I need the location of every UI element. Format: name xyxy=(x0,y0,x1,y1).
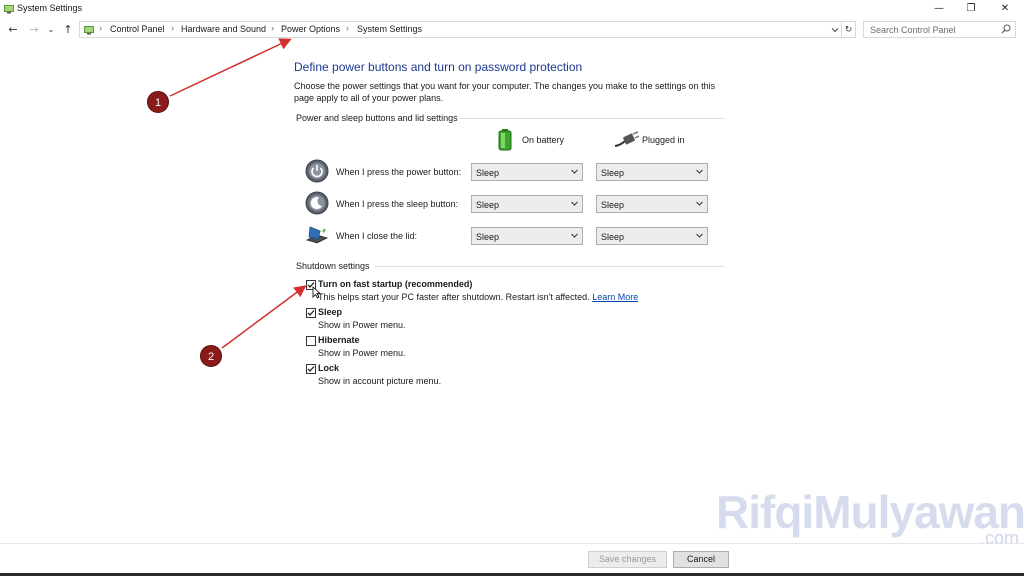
select-value: Sleep xyxy=(476,200,500,210)
battery-icon xyxy=(498,129,512,151)
annotation-arrow-1 xyxy=(169,38,292,97)
chevron-down-icon xyxy=(696,169,703,174)
lock-checkbox[interactable] xyxy=(306,364,316,374)
breadcrumb-control-panel[interactable]: Control Panel xyxy=(110,24,165,34)
restore-button[interactable]: ❐ xyxy=(954,0,988,17)
save-changes-button[interactable]: Save changes xyxy=(588,551,667,568)
breadcrumb-hardware-and-sound[interactable]: Hardware and Sound xyxy=(181,24,266,34)
fast-startup-description: This helps start your PC faster after sh… xyxy=(318,292,638,302)
annotation-marker-2: 2 xyxy=(200,345,222,367)
breadcrumb-separator: › xyxy=(171,23,174,33)
select-value: Sleep xyxy=(476,168,500,178)
search-input[interactable] xyxy=(864,22,999,37)
recent-locations-button[interactable]: ⌄ xyxy=(44,22,58,38)
row-label-sleep-button: When I press the sleep button: xyxy=(336,199,459,209)
close-button[interactable]: ✕ xyxy=(988,0,1022,17)
window-title: System Settings xyxy=(17,3,83,13)
select-value: Sleep xyxy=(601,168,625,178)
hibernate-description: Show in Power menu. xyxy=(318,348,406,358)
fast-startup-description-text: This helps start your PC faster after sh… xyxy=(318,292,590,302)
refresh-button[interactable]: ↻ xyxy=(842,21,856,38)
search-icon[interactable] xyxy=(1001,24,1011,34)
control-panel-icon xyxy=(84,26,94,35)
up-button[interactable]: ↑ xyxy=(61,22,75,38)
section-divider xyxy=(459,118,725,119)
control-panel-icon xyxy=(4,5,14,14)
address-bar[interactable]: › Control Panel › Hardware and Sound › P… xyxy=(79,21,842,38)
section-divider xyxy=(374,266,725,267)
search-box[interactable] xyxy=(863,21,1016,38)
breadcrumb-separator: › xyxy=(271,23,274,33)
close-lid-battery-select[interactable]: Sleep xyxy=(471,227,583,245)
breadcrumb-separator: › xyxy=(99,23,102,33)
page-description: Choose the power settings that you want … xyxy=(294,81,716,103)
footer-divider xyxy=(0,543,1024,544)
column-plugged-in: Plugged in xyxy=(642,135,685,145)
select-value: Sleep xyxy=(601,200,625,210)
hibernate-label[interactable]: Hibernate xyxy=(318,335,360,345)
checkmark-icon xyxy=(307,366,315,372)
navigation-bar: ← → ⌄ ↑ › Control Panel › Hardware and S… xyxy=(0,20,1024,40)
watermark-logo: RifqiMulyawan xyxy=(716,486,1024,538)
power-button-battery-select[interactable]: Sleep xyxy=(471,163,583,181)
shutdown-section-title: Shutdown settings xyxy=(296,261,370,271)
breadcrumb-separator: › xyxy=(346,23,349,33)
sleep-checkbox[interactable] xyxy=(306,308,316,318)
chevron-down-icon xyxy=(571,233,578,238)
hibernate-checkbox[interactable] xyxy=(306,336,316,346)
cancel-button[interactable]: Cancel xyxy=(673,551,729,568)
chevron-down-icon xyxy=(696,201,703,206)
back-button[interactable]: ← xyxy=(6,22,20,38)
breadcrumb-power-options[interactable]: Power Options xyxy=(281,24,340,34)
row-label-close-lid: When I close the lid: xyxy=(336,231,418,241)
close-lid-plugged-select[interactable]: Sleep xyxy=(596,227,708,245)
power-section-title: Power and sleep buttons and lid settings xyxy=(296,113,458,123)
fast-startup-label[interactable]: Turn on fast startup (recommended) xyxy=(318,279,472,289)
breadcrumb-system-settings[interactable]: System Settings xyxy=(357,24,422,34)
title-bar: System Settings — ❐ ✕ xyxy=(0,0,1024,17)
select-value: Sleep xyxy=(476,232,500,242)
chevron-down-icon xyxy=(571,169,578,174)
power-button-plugged-select[interactable]: Sleep xyxy=(596,163,708,181)
checkmark-icon xyxy=(307,310,315,316)
annotation-arrow-2 xyxy=(221,285,307,349)
page-title: Define power buttons and turn on passwor… xyxy=(294,60,583,74)
sleep-button-plugged-select[interactable]: Sleep xyxy=(596,195,708,213)
laptop-lid-icon xyxy=(305,226,329,244)
column-on-battery: On battery xyxy=(522,135,565,145)
watermark-suffix: .com xyxy=(980,528,1020,548)
sleep-button-icon xyxy=(305,191,329,215)
chevron-down-icon[interactable] xyxy=(831,26,839,34)
minimize-button[interactable]: — xyxy=(922,0,956,17)
mouse-cursor-icon xyxy=(312,286,321,299)
learn-more-link[interactable]: Learn More xyxy=(592,292,638,302)
sleep-description: Show in Power menu. xyxy=(318,320,406,330)
lock-label[interactable]: Lock xyxy=(318,363,339,373)
power-button-icon xyxy=(305,159,329,183)
select-value: Sleep xyxy=(601,232,625,242)
forward-button[interactable]: → xyxy=(27,22,41,38)
sleep-label[interactable]: Sleep xyxy=(318,307,342,317)
sleep-button-battery-select[interactable]: Sleep xyxy=(471,195,583,213)
lock-description: Show in account picture menu. xyxy=(318,376,442,386)
chevron-down-icon xyxy=(571,201,578,206)
row-label-power-button: When I press the power button: xyxy=(336,167,462,177)
power-plug-icon xyxy=(614,131,639,147)
chevron-down-icon xyxy=(696,233,703,238)
annotation-marker-1: 1 xyxy=(147,91,169,113)
